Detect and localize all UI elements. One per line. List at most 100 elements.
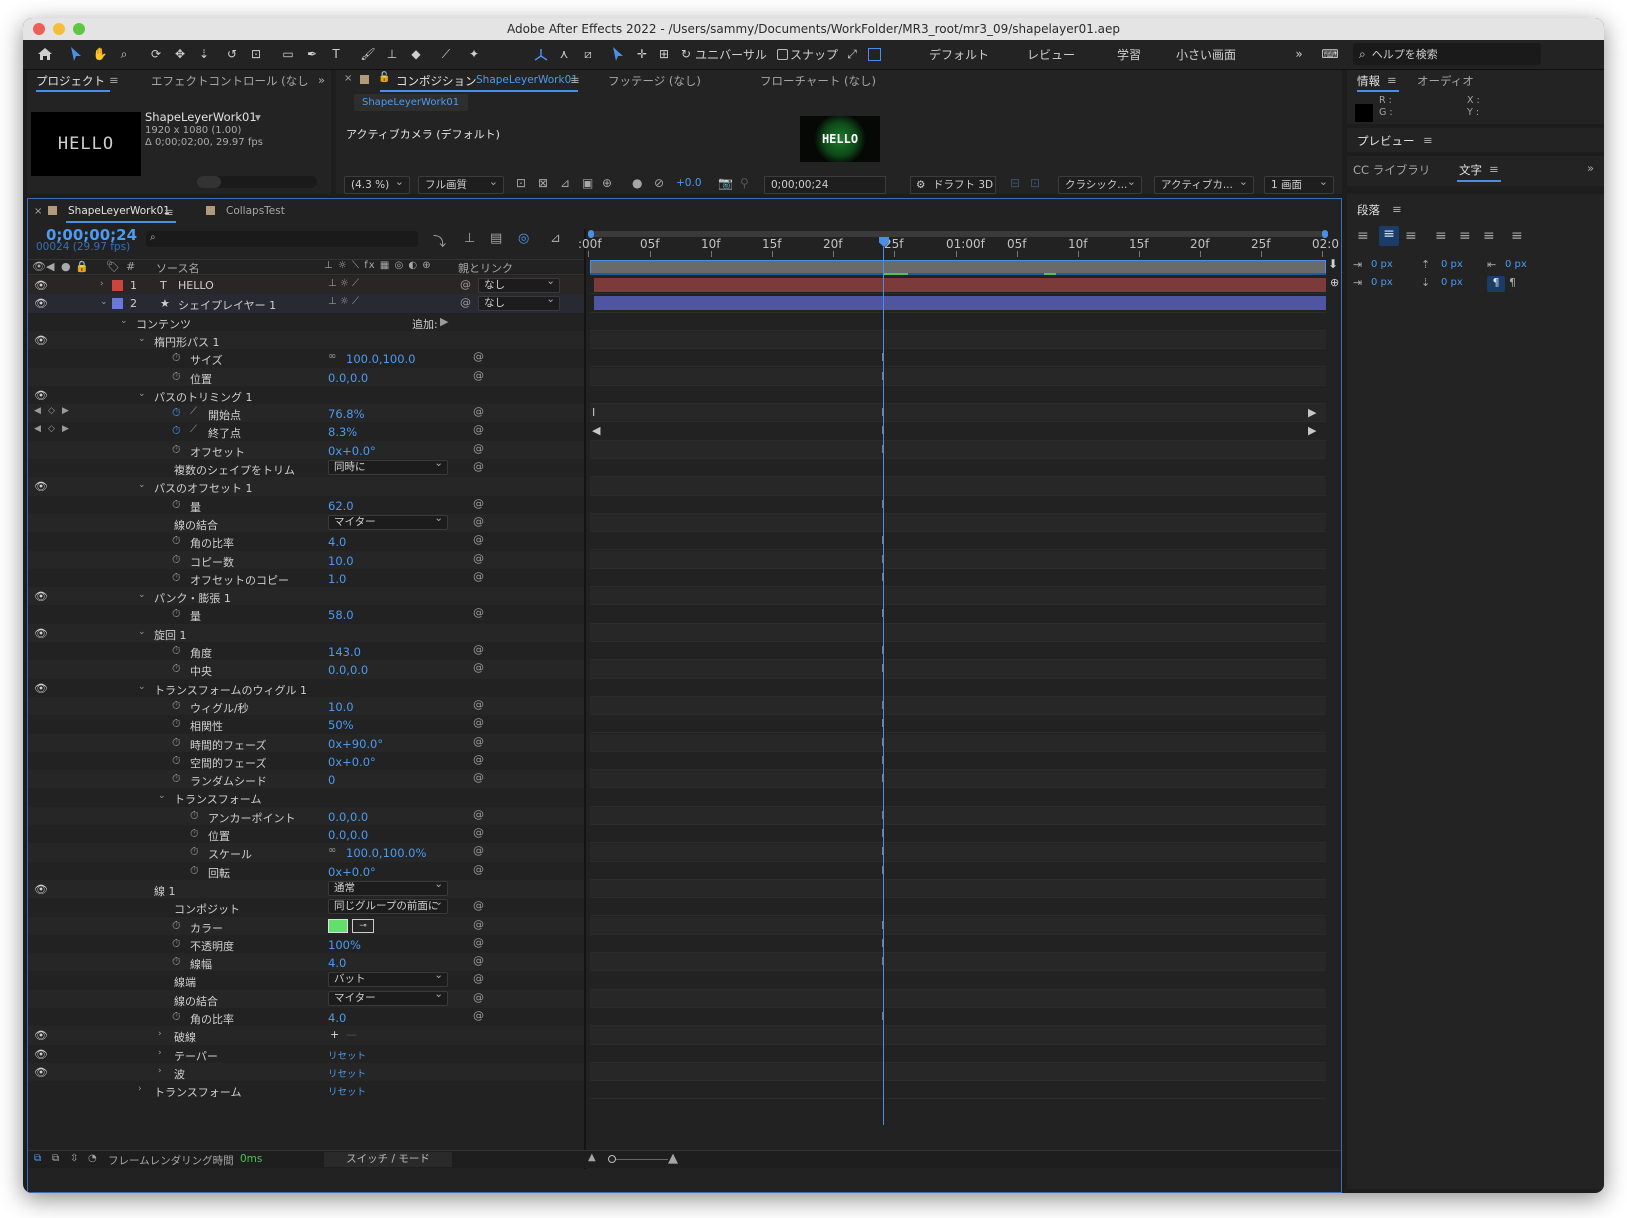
help-search-field[interactable]: ⌕ ヘルプを検索 [1353, 43, 1541, 65]
workspace-review[interactable]: レビュー [1023, 43, 1079, 65]
justify-left-icon[interactable]: ≡ [1435, 228, 1447, 244]
eye-icon[interactable]: 👁 [34, 1066, 48, 1079]
layer-duration-bar[interactable] [594, 296, 1326, 311]
eye-icon[interactable]: 👁 [34, 334, 48, 347]
tab-composition-name[interactable]: ShapeLeyerWork01 [476, 74, 578, 86]
shy-layers-icon[interactable]: ▤ [490, 231, 502, 246]
property-value[interactable]: 0 [328, 773, 335, 787]
lock-icon[interactable]: 🔓 [378, 72, 390, 83]
graph-icon[interactable]: ⟋ [190, 406, 197, 417]
close-timeline-tab-icon[interactable]: × [34, 206, 42, 217]
fast-preview-icon[interactable]: ⊡ [516, 176, 526, 190]
pan-camera-icon[interactable]: ✥ [171, 43, 189, 65]
expression-pickwhip-icon[interactable]: @ [473, 606, 484, 619]
eyedropper-icon[interactable]: ⊸ [352, 918, 374, 933]
stopwatch-icon[interactable]: ⏱ [172, 424, 181, 438]
property-select[interactable]: 通常 [328, 880, 448, 896]
local-axis-icon[interactable] [531, 43, 551, 65]
twirl-chevron-icon[interactable]: › [158, 1066, 162, 1076]
tab-footage[interactable]: フッテージ (なし) [608, 73, 701, 89]
world-axis-icon[interactable]: ⋏ [555, 43, 573, 65]
expression-pickwhip-icon[interactable]: @ [473, 442, 484, 455]
rotate-gizmo-icon[interactable]: ↻ [677, 43, 695, 65]
property-value[interactable]: 0x+0.0° [328, 865, 376, 879]
eye-icon[interactable]: 👁 [34, 297, 48, 310]
parent-select[interactable]: なし [478, 296, 560, 312]
render-time-toggle-icon[interactable]: ◔ [88, 1153, 97, 1164]
remove-dash-icon[interactable]: — [346, 1028, 357, 1041]
stopwatch-icon[interactable]: ⏱ [172, 534, 181, 548]
lock-switch-icon[interactable]: 🔒 [75, 260, 89, 273]
expression-pickwhip-icon[interactable]: @ [473, 423, 484, 436]
dolly-camera-icon[interactable]: ⇣ [195, 43, 213, 65]
playhead-line[interactable] [883, 247, 884, 1125]
project-scrollbar[interactable] [197, 176, 317, 188]
expression-pickwhip-icon[interactable]: @ [473, 661, 484, 674]
selection-tool-icon[interactable] [67, 43, 85, 65]
color-channels-icon[interactable]: ● [632, 176, 642, 190]
home-icon[interactable] [35, 43, 55, 65]
stopwatch-icon[interactable]: ⏱ [172, 498, 181, 512]
expression-pickwhip-icon[interactable]: @ [473, 844, 484, 857]
keyframe-icon[interactable]: ▶ [1308, 424, 1316, 437]
constrain-proportions-icon[interactable]: ∞ [328, 845, 336, 856]
tab-timeline-collapstest[interactable]: CollapsTest [226, 205, 285, 217]
chevron-down-icon[interactable]: ▾ [255, 110, 261, 124]
layer-switches-icons[interactable]: ⊥ ☼ ⟋ [328, 296, 359, 307]
snap-options-icon[interactable]: ⤢ [843, 43, 861, 65]
property-select[interactable]: マイター [328, 990, 448, 1006]
property-value[interactable]: 0.0,0.0 [328, 663, 368, 677]
expression-pickwhip-icon[interactable]: @ [473, 350, 484, 363]
draft-3d-timeline-icon[interactable]: ⊥ [464, 231, 475, 246]
comp-menu-icon[interactable]: ≡ [570, 73, 580, 87]
paragraph-menu-icon[interactable]: ≡ [1392, 202, 1402, 216]
project-comp-name[interactable]: ShapeLeyerWork01 [145, 110, 257, 124]
twirl-chevron-icon[interactable]: ⌄ [138, 334, 146, 344]
zoom-in-icon[interactable]: ▲ [668, 1151, 678, 1166]
snapshot-icon[interactable]: 📷 [718, 176, 733, 190]
workspace-small-screen[interactable]: 小さい画面 [1171, 43, 1241, 65]
stopwatch-icon[interactable]: ⏱ [172, 571, 181, 585]
property-select[interactable]: 同じグループの前面に [328, 899, 448, 915]
tab-cc-library[interactable]: CC ライブラリ [1353, 162, 1430, 178]
align-right-icon[interactable]: ≡ [1405, 228, 1417, 244]
comp-timecode-field[interactable]: 0;00;00;24 [764, 176, 886, 194]
in-out-toggle-icon[interactable]: ⇳ [70, 1153, 78, 1164]
snap-checkbox[interactable] [775, 43, 789, 65]
twirl-chevron-icon[interactable]: ⌄ [138, 590, 146, 600]
layer-name[interactable]: HELLO [178, 279, 214, 292]
property-value[interactable]: 0x+0.0° [328, 755, 376, 769]
source-name-header[interactable]: ソース名 [156, 260, 199, 276]
solo-switch-icon[interactable]: ● [61, 260, 71, 273]
parent-pickwhip-icon[interactable]: @ [460, 296, 471, 309]
draft-3d-toggle[interactable]: ⚙ ドラフト 3D [910, 176, 996, 194]
mask-visibility-icon[interactable]: ⊿ [560, 176, 570, 190]
tab-project[interactable]: プロジェクト [36, 73, 105, 89]
expression-pickwhip-icon[interactable]: @ [473, 991, 484, 1004]
expression-pickwhip-icon[interactable]: @ [473, 972, 484, 985]
stopwatch-icon[interactable]: ⏱ [172, 919, 181, 933]
ltr-direction-icon[interactable]: ¶ [1487, 276, 1505, 292]
stopwatch-icon[interactable]: ⏱ [172, 736, 181, 750]
expression-pickwhip-icon[interactable]: @ [473, 735, 484, 748]
expression-pickwhip-icon[interactable]: @ [473, 515, 484, 528]
preview-title[interactable]: プレビュー [1357, 133, 1415, 149]
work-area-range[interactable] [590, 260, 1326, 274]
expression-pickwhip-icon[interactable]: @ [473, 497, 484, 510]
twirl-chevron-icon[interactable]: › [158, 1029, 162, 1039]
eye-icon[interactable]: 👁 [34, 1048, 48, 1061]
layer-switches-icons[interactable]: ⊥ ☼ ⟋ [328, 278, 359, 289]
scale-gizmo-icon[interactable]: ⊞ [655, 43, 673, 65]
minimize-window-button[interactable] [53, 23, 65, 35]
zoom-tool-icon[interactable]: ⌕ [115, 43, 133, 65]
expression-pickwhip-icon[interactable]: @ [473, 643, 484, 656]
layer-row[interactable]: 👁 ⌄ 2 ★ シェイプレイヤー 1 ⊥ ☼ ⟋ @ なし [28, 294, 584, 313]
expression-pickwhip-icon[interactable]: @ [473, 460, 484, 473]
workspace-default[interactable]: デフォルト [927, 43, 991, 65]
ground-plane-icon[interactable]: ⊡ [1030, 176, 1040, 190]
property-value[interactable]: 50% [328, 718, 354, 732]
rectangle-tool-icon[interactable]: ▭ [279, 43, 297, 65]
rtl-direction-icon[interactable]: ¶ [1509, 276, 1516, 289]
pen-tool-icon[interactable]: ✒ [303, 43, 321, 65]
property-value[interactable]: リセット [328, 1066, 366, 1080]
